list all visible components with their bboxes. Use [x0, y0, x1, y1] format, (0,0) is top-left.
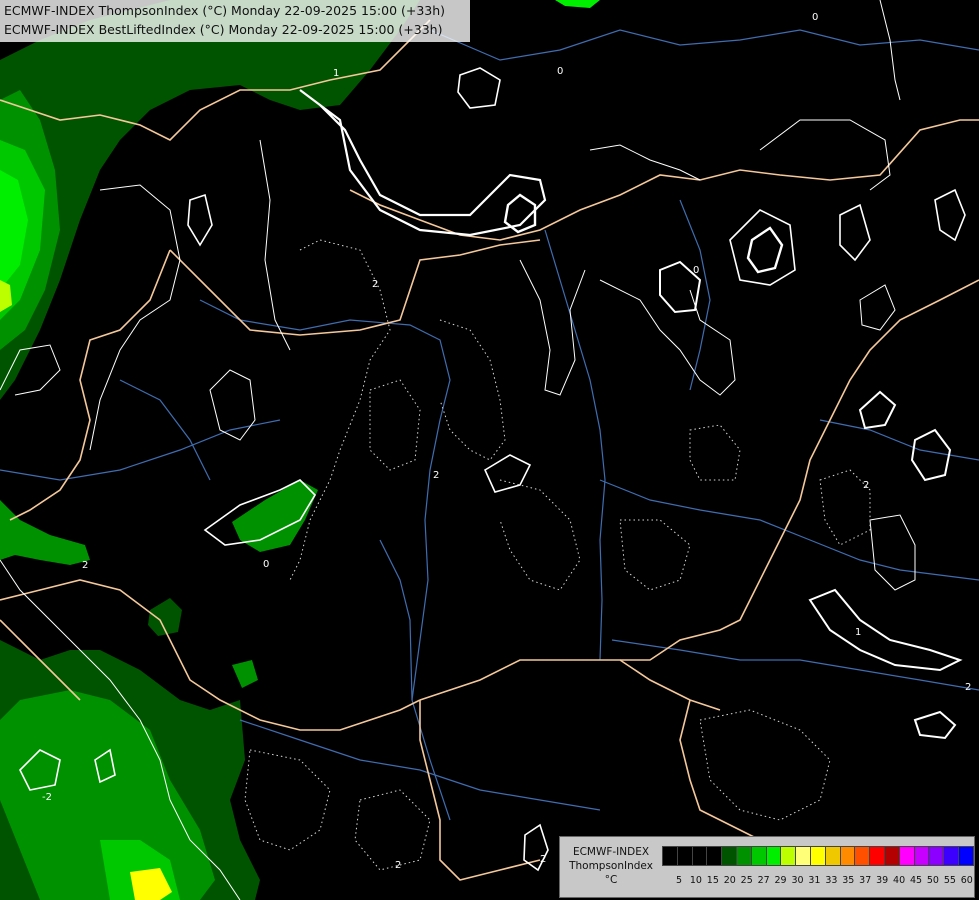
legend-swatch — [943, 846, 959, 866]
legend-tick-label: 27 — [757, 875, 770, 886]
map-title-panel: ECMWF-INDEX ThompsonIndex (°C) Monday 22… — [0, 0, 470, 42]
legend-tick-label: 20 — [723, 875, 736, 886]
legend-tick-label: 45 — [909, 875, 923, 886]
legend-swatch — [928, 846, 945, 866]
legend-swatch — [839, 846, 856, 866]
legend-tick-label: 33 — [825, 875, 838, 886]
legend-swatch — [721, 846, 737, 866]
contour-label: 0 — [557, 66, 563, 77]
legend-tick-label: 10 — [689, 875, 702, 886]
legend-tick-label: 35 — [842, 875, 855, 886]
contour-label: 2 — [82, 560, 88, 571]
legend-tick-label: 50 — [926, 875, 939, 886]
contour-label: 2 — [372, 279, 378, 290]
weather-map: 0 0 1 2 2 0 2 0 1 2 2 -2 2 2 — [0, 0, 979, 900]
legend-swatch — [706, 846, 723, 866]
contour-label: 0 — [693, 265, 699, 276]
legend-swatch — [810, 846, 826, 866]
legend-tick-label: 31 — [808, 875, 821, 886]
legend-tick-label: 40 — [893, 875, 906, 886]
legend-swatch — [736, 846, 752, 866]
legend-swatch — [854, 846, 871, 866]
legend-swatch — [898, 846, 915, 866]
legend-tick-label: 39 — [876, 875, 889, 886]
legend-title-unit: °C — [604, 874, 618, 886]
legend-swatch — [795, 846, 811, 866]
contour-label: 2 — [863, 480, 869, 491]
title-best-lifted-index: ECMWF-INDEX BestLiftedIndex (°C) Monday … — [4, 22, 443, 37]
contour-label: 1 — [855, 627, 861, 638]
legend-tick-label: 25 — [740, 875, 753, 886]
legend-swatch — [869, 846, 885, 866]
legend-swatch — [750, 846, 767, 866]
contour-label: -2 — [42, 792, 52, 803]
legend-tick-label: 15 — [706, 875, 719, 886]
contour-label: 0 — [812, 12, 818, 23]
contour-label: 2 — [965, 682, 971, 693]
legend-title-index: ThompsonIndex — [569, 860, 653, 872]
contour-label: 1 — [333, 68, 339, 79]
legend-swatch — [824, 846, 841, 866]
contour-label: 2 — [433, 470, 439, 481]
legend-tick-label: 5 — [675, 875, 683, 886]
legend-swatch — [691, 846, 708, 866]
legend-swatch — [662, 846, 678, 866]
legend-swatch — [676, 846, 693, 866]
contour-label: 2 — [540, 854, 546, 865]
legend-swatch — [765, 846, 782, 866]
legend-tick-label: 60 — [960, 875, 973, 886]
legend-tick-label: 37 — [859, 875, 872, 886]
legend-tick-label: 30 — [791, 875, 804, 886]
legend-swatch — [884, 846, 900, 866]
legend-tick-label: 55 — [943, 875, 956, 886]
legend-swatch — [958, 846, 974, 866]
contour-label: 2 — [395, 860, 401, 871]
title-thompson-index: ECMWF-INDEX ThompsonIndex (°C) Monday 22… — [4, 3, 446, 18]
contour-label: 0 — [263, 559, 269, 570]
legend-title-source: ECMWF-INDEX — [572, 846, 650, 858]
legend-swatch — [780, 846, 797, 866]
legend-tick-label: 29 — [774, 875, 787, 886]
legend-swatch — [913, 846, 930, 866]
color-legend: ECMWF-INDEX ThompsonIndex °C 5 10 15 20 25 27… — [559, 836, 975, 898]
